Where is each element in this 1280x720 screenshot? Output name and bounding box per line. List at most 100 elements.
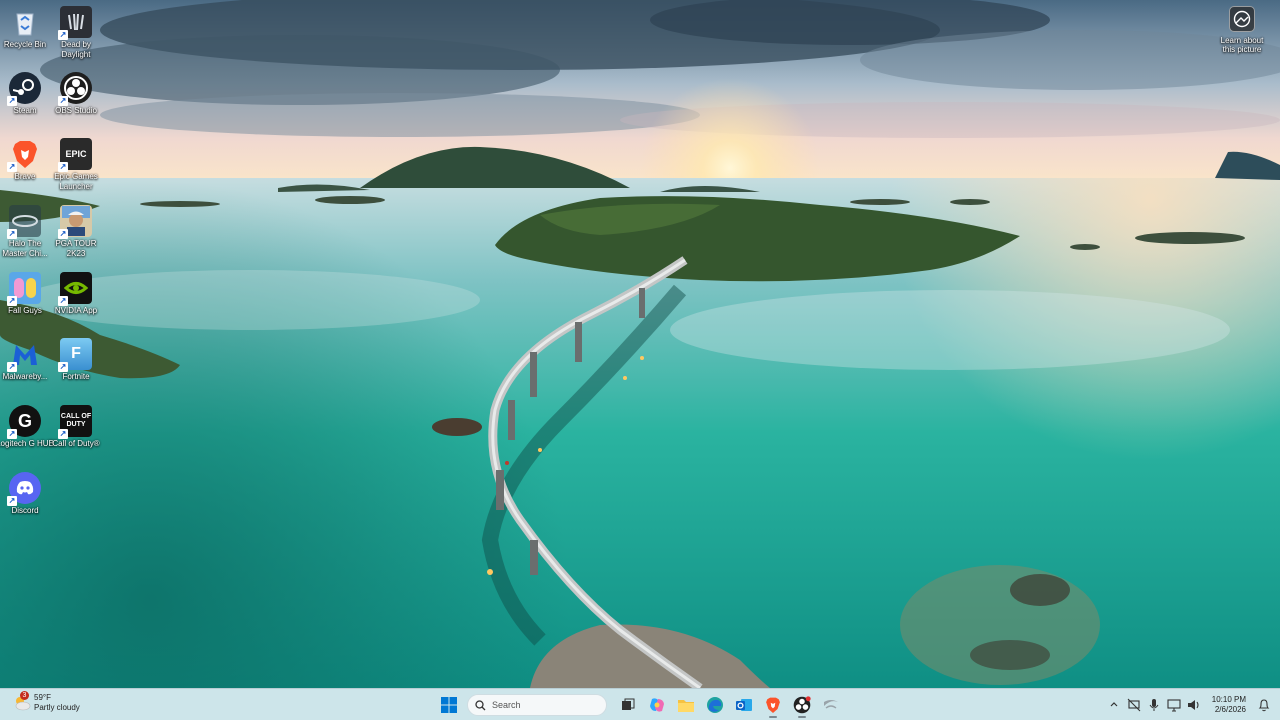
shortcut-arrow-icon: ↗ xyxy=(7,496,17,506)
call-of-duty-logo-text: CALL OF DUTY xyxy=(60,413,92,428)
pga-tour-icon: ↗ xyxy=(58,205,92,239)
desktop-icon-fortnite[interactable]: F ↗ Fortnite xyxy=(51,338,101,382)
learn-about-picture[interactable]: Learn about this picture xyxy=(1214,6,1270,54)
desktop-wallpaper xyxy=(0,0,1280,688)
shortcut-arrow-icon: ↗ xyxy=(7,429,17,439)
folder-icon xyxy=(678,699,694,712)
desktop-icon-label: Fall Guys xyxy=(8,306,42,315)
shortcut-arrow-icon: ↗ xyxy=(58,296,68,306)
edge-button[interactable] xyxy=(702,692,728,718)
desktop-icon-label: Dead by Daylight xyxy=(61,40,91,59)
halo-icon: ↗ xyxy=(7,205,41,239)
outlook-icon xyxy=(736,699,752,711)
obs-studio-icon: ↗ xyxy=(58,72,92,106)
epic-games-icon: EPIC ↗ xyxy=(58,138,92,172)
desktop-icon-logitech-g-hub[interactable]: G ↗ Logitech G HUB xyxy=(0,405,54,449)
desktop-icon-discord[interactable]: ↗ Discord xyxy=(0,472,50,516)
shortcut-arrow-icon: ↗ xyxy=(7,96,17,106)
display-icon[interactable] xyxy=(1164,695,1184,715)
brave-icon xyxy=(766,697,780,713)
clock-date: 2/6/2026 xyxy=(1214,705,1246,714)
fortnite-logo-text: F xyxy=(71,345,81,362)
desktop-icon-label: Recycle Bin xyxy=(3,40,47,49)
shortcut-arrow-icon: ↗ xyxy=(7,229,17,239)
desktop-icon-malwarebytes[interactable]: ↗ Malwareby... xyxy=(0,338,50,382)
desktop-icon-steam[interactable]: ↗ Steam xyxy=(0,72,50,116)
desktop-icon-halo[interactable]: ↗ Halo The Master Chi... xyxy=(0,205,50,259)
logitech-logo-text: G xyxy=(17,411,32,431)
start-button[interactable] xyxy=(436,692,462,718)
desktop-icon-pga-tour[interactable]: ↗ PGA TOUR 2K23 xyxy=(51,205,101,259)
obs-studio-icon xyxy=(793,696,811,714)
learn-about-picture-icon xyxy=(1229,6,1255,32)
desktop-icon-label: Fortnite xyxy=(62,372,90,381)
copilot-button[interactable] xyxy=(644,692,670,718)
desktop-icon-fall-guys[interactable]: ↗ Fall Guys xyxy=(0,272,50,316)
desktop-icon-dead-by-daylight[interactable]: ↗ Dead by Daylight xyxy=(51,6,101,60)
steam-icon: ↗ xyxy=(7,72,41,106)
fall-guys-icon: ↗ xyxy=(7,272,41,306)
system-tray: 10:10 PM 2/6/2026 xyxy=(1104,693,1274,717)
shortcut-arrow-icon: ↗ xyxy=(58,30,68,40)
outlook-button[interactable] xyxy=(731,692,757,718)
desktop-icon-label: Steam xyxy=(13,106,37,115)
brave-icon: ↗ xyxy=(7,138,41,172)
network-off-icon[interactable] xyxy=(1124,695,1144,715)
search-icon xyxy=(475,699,486,710)
desktop-icon-label: Call of Duty® xyxy=(52,439,100,448)
desktop-icon-label: PGA TOUR 2K23 xyxy=(55,239,97,258)
desktop-icon-label: Discord xyxy=(11,506,39,515)
weather-condition: Partly cloudy xyxy=(34,703,80,712)
weather-widget[interactable]: 3 59°F Partly cloudy xyxy=(12,691,80,713)
weather-alert-badge: 3 xyxy=(20,691,29,700)
desktop-icon-label: Epic Games Launcher xyxy=(54,172,98,191)
copilot-icon xyxy=(650,698,664,712)
shortcut-arrow-icon: ↗ xyxy=(7,362,17,372)
task-view-icon xyxy=(622,698,635,710)
desktop-icon-epic-games[interactable]: EPIC ↗ Epic Games Launcher xyxy=(51,138,101,192)
desktop-icon-brave[interactable]: ↗ Brave xyxy=(0,138,50,182)
shortcut-arrow-icon: ↗ xyxy=(7,162,17,172)
search-placeholder: Search xyxy=(492,700,521,710)
dead-by-daylight-icon: ↗ xyxy=(58,6,92,40)
shortcut-arrow-icon: ↗ xyxy=(58,362,68,372)
weather-sun-cloud-icon: 3 xyxy=(12,691,32,713)
clock-time: 10:10 PM xyxy=(1211,695,1246,704)
malwarebytes-icon: ↗ xyxy=(7,338,41,372)
desktop-icon-nvidia[interactable]: ↗ NVIDIA App xyxy=(51,272,101,316)
discord-icon: ↗ xyxy=(7,472,41,506)
file-explorer-button[interactable] xyxy=(673,692,699,718)
fortnite-icon: F ↗ xyxy=(58,338,92,372)
desktop-icon-call-of-duty[interactable]: CALL OF DUTY ↗ Call of Duty® xyxy=(51,405,101,449)
desktop-icon-obs-studio[interactable]: ↗ OBS Studio xyxy=(51,72,101,116)
desktop-icon-label: Halo The Master Chi... xyxy=(2,239,48,258)
nvidia-icon: ↗ xyxy=(58,272,92,306)
microphone-icon[interactable] xyxy=(1144,695,1164,715)
steam-icon xyxy=(824,700,838,709)
desktop-icon-recycle-bin[interactable]: Recycle Bin xyxy=(0,6,50,50)
brave-taskbar-button[interactable] xyxy=(760,692,786,718)
windows-logo-icon xyxy=(441,697,457,713)
shortcut-arrow-icon: ↗ xyxy=(58,96,68,106)
steam-taskbar-button[interactable] xyxy=(818,692,844,718)
obs-taskbar-button[interactable] xyxy=(789,692,815,718)
taskbar-search[interactable]: Search xyxy=(467,694,607,716)
shortcut-arrow-icon: ↗ xyxy=(7,296,17,306)
desktop-icon-label: OBS Studio xyxy=(55,106,97,115)
epic-games-logo-text: EPIC xyxy=(65,148,87,159)
shortcut-arrow-icon: ↗ xyxy=(58,229,68,239)
call-of-duty-icon: CALL OF DUTY ↗ xyxy=(58,405,92,439)
desktop-icon-label: Logitech G HUB xyxy=(0,439,54,448)
task-view-button[interactable] xyxy=(615,692,641,718)
chevron-up-icon[interactable] xyxy=(1104,695,1124,715)
shortcut-arrow-icon: ↗ xyxy=(58,162,68,172)
desktop-icon-label: Malwareby... xyxy=(2,372,48,381)
clock[interactable]: 10:10 PM 2/6/2026 xyxy=(1212,695,1246,715)
edge-icon xyxy=(707,697,723,713)
desktop-icon-label: Brave xyxy=(14,172,36,181)
desktop-icon-label: NVIDIA App xyxy=(54,306,98,315)
volume-icon[interactable] xyxy=(1184,695,1204,715)
weather-temperature: 59°F xyxy=(34,693,51,702)
notification-bell-icon[interactable] xyxy=(1254,695,1274,715)
recycle-bin-icon xyxy=(9,6,41,38)
